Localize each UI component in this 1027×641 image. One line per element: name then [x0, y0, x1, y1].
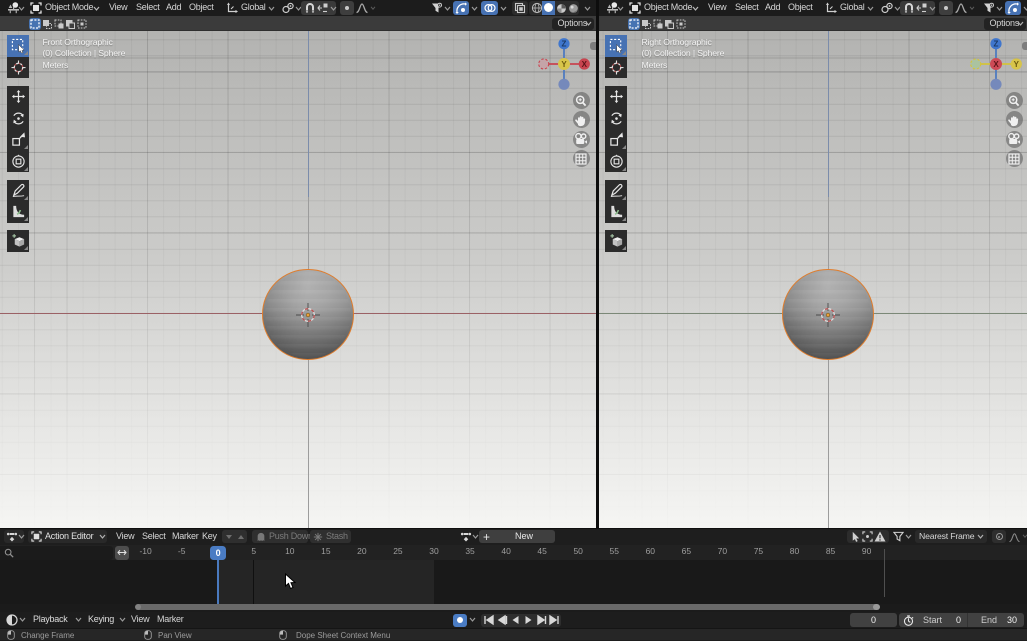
svg-text:X: X — [994, 60, 1000, 69]
svg-text:X: X — [581, 60, 587, 69]
svg-text:Y: Y — [1014, 60, 1020, 69]
svg-text:Z: Z — [994, 40, 999, 49]
svg-text:Y: Y — [561, 60, 567, 69]
svg-text:Z: Z — [561, 40, 566, 49]
